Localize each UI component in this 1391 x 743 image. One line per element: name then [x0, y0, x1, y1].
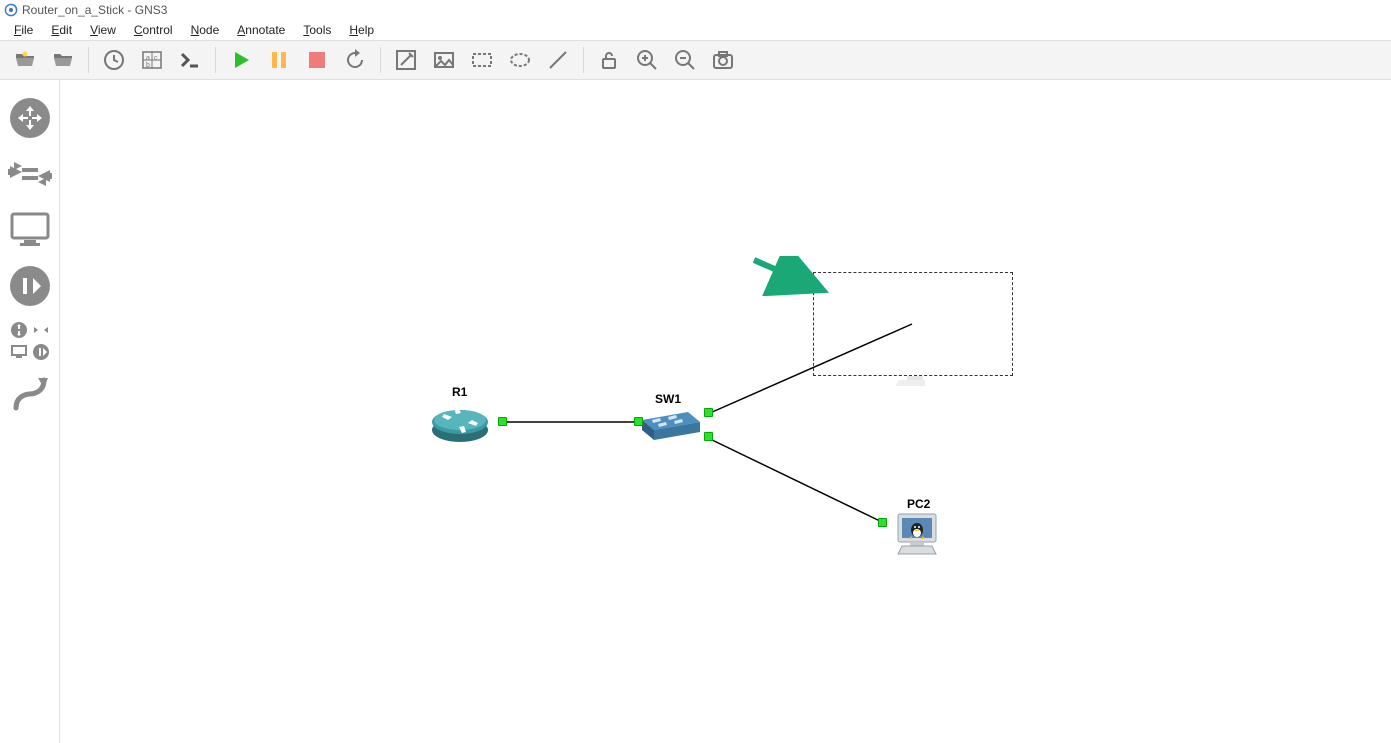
port-sw1-bottom[interactable] — [704, 432, 713, 441]
reload-icon — [343, 48, 367, 72]
zoom-in-button[interactable] — [632, 46, 662, 74]
console-icon — [178, 48, 202, 72]
show-labels-icon: acb — [140, 48, 164, 72]
port-sw1-top[interactable] — [704, 408, 713, 417]
screenshot-icon — [711, 48, 735, 72]
browse-routers-button[interactable] — [6, 94, 54, 142]
add-link-button[interactable] — [6, 370, 54, 418]
svg-text:b: b — [146, 62, 150, 69]
menu-view[interactable]: View — [82, 22, 124, 38]
browse-switches-icon — [8, 156, 52, 192]
insert-image-icon — [432, 48, 456, 72]
console-button[interactable] — [175, 46, 205, 74]
gns3-app-icon — [4, 3, 18, 17]
menu-edit[interactable]: Edit — [43, 22, 80, 38]
menu-file[interactable]: File — [6, 22, 41, 38]
pause-button[interactable] — [264, 46, 294, 74]
port-r1-e0[interactable] — [498, 417, 507, 426]
show-labels-button[interactable]: acb — [137, 46, 167, 74]
draw-ellipse-icon — [508, 48, 532, 72]
open-project-button[interactable] — [10, 46, 40, 74]
port-pc2[interactable] — [878, 518, 887, 527]
draw-rectangle-icon — [470, 48, 494, 72]
topology-canvas[interactable]: R1 SW1 PC2 — [60, 80, 1391, 743]
stop-button[interactable] — [302, 46, 332, 74]
pc-icon — [892, 510, 942, 558]
browse-switches-button[interactable] — [6, 150, 54, 198]
node-r1[interactable] — [430, 400, 490, 449]
svg-text:a: a — [146, 55, 150, 62]
zoom-in-icon — [635, 48, 659, 72]
browse-all-group — [6, 320, 54, 362]
draw-line-icon — [546, 48, 570, 72]
play-button[interactable] — [226, 46, 256, 74]
draw-ellipse-button[interactable] — [505, 46, 535, 74]
lock-button[interactable] — [594, 46, 624, 74]
menu-annotate[interactable]: Annotate — [229, 22, 293, 38]
zoom-out-button[interactable] — [670, 46, 700, 74]
menu-tools[interactable]: Tools — [295, 22, 339, 38]
stop-icon — [305, 48, 329, 72]
snapshot-icon — [102, 48, 126, 72]
ghost-node-stand — [895, 376, 925, 386]
node-pc2[interactable] — [892, 510, 942, 563]
browse-security-button[interactable] — [6, 262, 54, 310]
node-r1-label: R1 — [452, 385, 467, 399]
draw-rectangle-button[interactable] — [467, 46, 497, 74]
open-folder-icon — [51, 48, 75, 72]
browse-security-icon — [8, 264, 52, 308]
toolbar: acb — [0, 40, 1391, 80]
zoom-out-icon — [673, 48, 697, 72]
svg-text:c: c — [154, 55, 158, 62]
pause-icon — [267, 48, 291, 72]
port-sw1-left[interactable] — [634, 417, 643, 426]
play-icon — [229, 48, 253, 72]
menu-bar: File Edit View Control Node Annotate Too… — [0, 20, 1391, 40]
open-folder-button[interactable] — [48, 46, 78, 74]
menu-node[interactable]: Node — [183, 22, 228, 38]
node-sw1-label: SW1 — [655, 392, 681, 406]
browse-end-devices-icon — [8, 210, 52, 250]
window-title: Router_on_a_Stick - GNS3 — [22, 3, 167, 17]
draw-line-button[interactable] — [543, 46, 573, 74]
browse-all-routers-button[interactable] — [9, 320, 29, 340]
devices-sidebar — [0, 80, 60, 743]
ghost-node-outline[interactable] — [813, 272, 1013, 376]
insert-image-button[interactable] — [429, 46, 459, 74]
reload-button[interactable] — [340, 46, 370, 74]
browse-end-devices-button[interactable] — [6, 206, 54, 254]
menu-help[interactable]: Help — [341, 22, 382, 38]
node-pc2-label: PC2 — [907, 497, 930, 511]
browse-routers-icon — [8, 96, 52, 140]
snapshot-button[interactable] — [99, 46, 129, 74]
add-link-icon — [10, 374, 50, 414]
router-icon — [430, 400, 490, 444]
switch-icon — [638, 406, 704, 442]
browse-all-switches-button[interactable] — [31, 320, 51, 340]
open-project-icon — [13, 48, 37, 72]
lock-icon — [597, 48, 621, 72]
topology-links — [60, 80, 1391, 743]
browse-all-end-button[interactable] — [9, 342, 29, 362]
add-note-icon — [394, 48, 418, 72]
window-titlebar: Router_on_a_Stick - GNS3 — [0, 0, 1391, 20]
node-sw1[interactable] — [638, 406, 704, 447]
menu-control[interactable]: Control — [126, 22, 181, 38]
browse-all-security-button[interactable] — [31, 342, 51, 362]
add-note-button[interactable] — [391, 46, 421, 74]
screenshot-button[interactable] — [708, 46, 738, 74]
